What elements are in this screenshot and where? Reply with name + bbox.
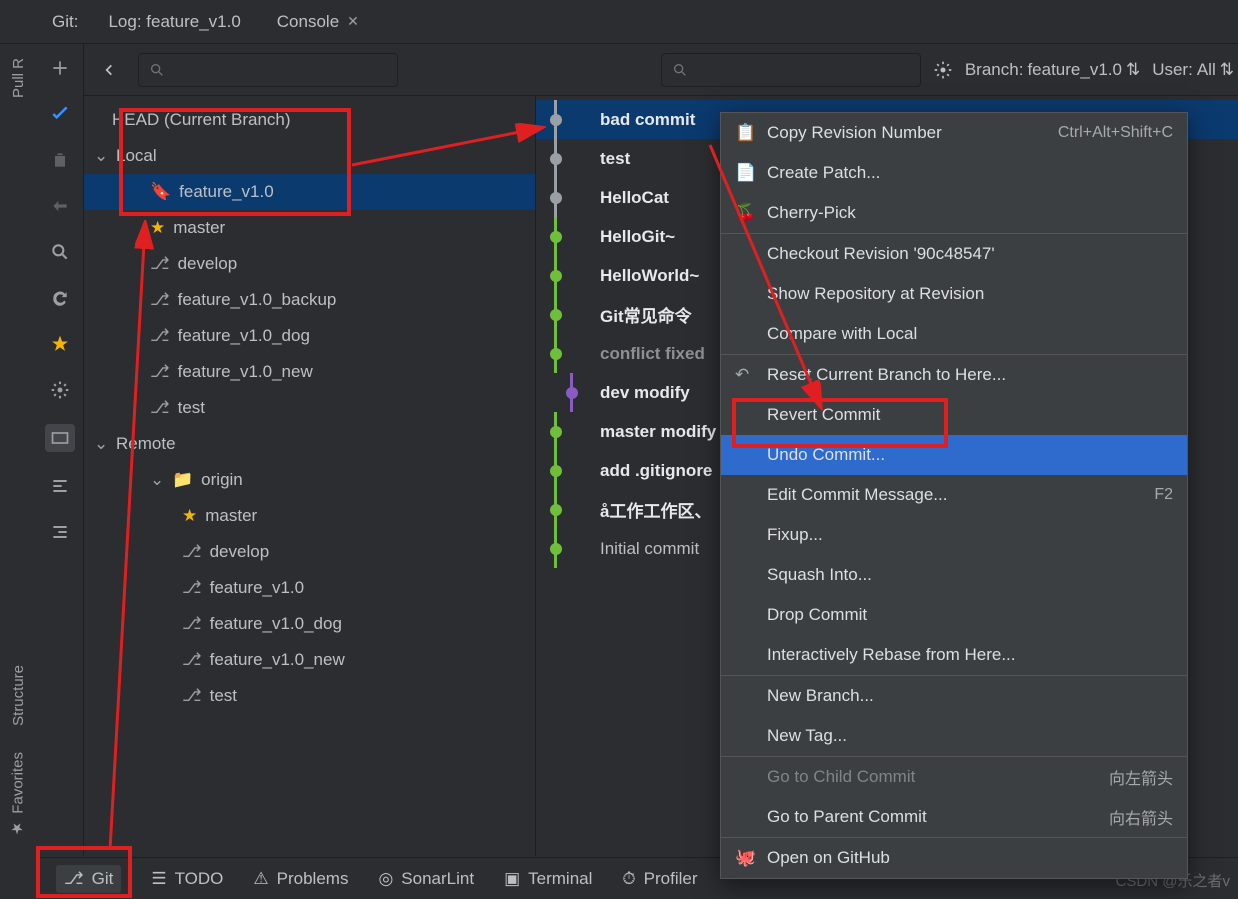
indent-icon[interactable] xyxy=(48,474,72,498)
search-icon[interactable] xyxy=(48,240,72,264)
commit-message: å工作工作区、 xyxy=(600,497,711,522)
sidebar-favorites[interactable]: ★ Favorites xyxy=(7,744,29,846)
commit-message: master modify xyxy=(600,422,716,442)
branch-icon: ⎇ xyxy=(182,614,202,634)
tag-icon: 🔖 xyxy=(150,182,171,202)
branch-icon: ⎇ xyxy=(64,869,84,889)
tab-log[interactable]: Log: feature_v1.0 xyxy=(90,2,258,42)
ctx-open-github[interactable]: 🐙Open on GitHub xyxy=(721,838,1187,878)
bottom-sonar[interactable]: ◎SonarLint xyxy=(378,869,474,889)
branch-feature-v1[interactable]: 🔖feature_v1.0 xyxy=(84,174,535,210)
trash-icon[interactable] xyxy=(48,148,72,172)
branch-filter[interactable]: Branch: feature_v1.0 ⇅ xyxy=(965,60,1140,80)
chevron-updown-icon: ⇅ xyxy=(1220,60,1234,80)
top-tabs: Git: Log: feature_v1.0 Console ✕ xyxy=(0,0,1238,44)
log-subbar: Branch: feature_v1.0 ⇅ User: All ⇅ xyxy=(84,44,1238,96)
list-icon: ☰ xyxy=(151,869,166,889)
shelve-icon[interactable] xyxy=(48,194,72,218)
github-icon: 🐙 xyxy=(735,848,755,868)
warning-icon: ⚠ xyxy=(253,869,268,889)
ctx-child-commit: Go to Child Commit向左箭头 xyxy=(721,757,1187,797)
branch-icon: ⎇ xyxy=(182,542,202,562)
chevron-updown-icon: ⇅ xyxy=(1126,60,1140,80)
commit-message: HelloWorld~ xyxy=(600,266,699,286)
sidebar-pull-requests[interactable]: Pull R xyxy=(8,50,29,106)
bottom-terminal[interactable]: ▣Terminal xyxy=(504,869,592,889)
ctx-undo-commit[interactable]: Undo Commit... xyxy=(721,435,1187,475)
tab-console[interactable]: Console ✕ xyxy=(259,2,377,42)
bottom-problems[interactable]: ⚠Problems xyxy=(253,869,348,889)
commit-search-input[interactable] xyxy=(661,53,921,87)
terminal-icon: ▣ xyxy=(504,869,520,889)
ctx-fixup[interactable]: Fixup... xyxy=(721,515,1187,555)
layout-icon[interactable] xyxy=(45,424,75,452)
ctx-drop[interactable]: Drop Commit xyxy=(721,595,1187,635)
refresh-icon[interactable] xyxy=(48,286,72,310)
ctx-parent-commit[interactable]: Go to Parent Commit向右箭头 xyxy=(721,797,1187,837)
commit-message: bad commit xyxy=(600,110,695,130)
gear-icon[interactable] xyxy=(48,378,72,402)
bottom-todo[interactable]: ☰TODO xyxy=(151,869,223,889)
plus-icon[interactable] xyxy=(48,56,72,80)
commit-message: conflict fixed xyxy=(600,344,705,364)
branch-icon: ⎇ xyxy=(182,578,202,598)
branch-search-input[interactable] xyxy=(138,53,398,87)
tab-log-label: Log: feature_v1.0 xyxy=(108,12,240,32)
profiler-icon: ⏱ xyxy=(622,869,635,889)
commit-icon[interactable] xyxy=(48,102,72,126)
folder-icon: 📁 xyxy=(172,470,193,490)
ctx-squash[interactable]: Squash Into... xyxy=(721,555,1187,595)
ctx-new-branch[interactable]: New Branch... xyxy=(721,676,1187,716)
chevron-down-icon: ⌄ xyxy=(94,146,108,166)
git-label: Git: xyxy=(40,2,90,42)
commit-message: add .gitignore xyxy=(600,461,712,481)
bottom-profiler[interactable]: ⏱Profiler xyxy=(622,869,697,889)
close-icon[interactable]: ✕ xyxy=(347,13,359,30)
bottom-git[interactable]: ⎇Git xyxy=(56,865,121,893)
commit-message: dev modify xyxy=(600,383,690,403)
user-filter[interactable]: User: All ⇅ xyxy=(1152,60,1234,80)
branch-icon: ⎇ xyxy=(182,650,202,670)
outdent-icon[interactable] xyxy=(48,520,72,544)
branch-icon: ⎇ xyxy=(182,686,202,706)
left-rail: Pull R Structure ★ Favorites xyxy=(0,44,36,856)
commit-message: HelloCat xyxy=(600,188,669,208)
sonar-icon: ◎ xyxy=(378,869,393,889)
star-icon: ★ xyxy=(182,506,197,526)
back-button[interactable] xyxy=(92,53,126,87)
commit-message: Git常见命令 xyxy=(600,302,692,327)
log-settings-icon[interactable] xyxy=(933,60,953,80)
tab-console-label: Console xyxy=(277,12,339,32)
commit-message: HelloGit~ xyxy=(600,227,675,247)
commit-message: Initial commit xyxy=(600,539,699,559)
ctx-rebase[interactable]: Interactively Rebase from Here... xyxy=(721,635,1187,675)
star-icon[interactable] xyxy=(48,332,72,356)
ctx-new-tag[interactable]: New Tag... xyxy=(721,716,1187,756)
sidebar-structure[interactable]: Structure xyxy=(8,657,29,734)
ctx-edit-message[interactable]: Edit Commit Message...F2 xyxy=(721,475,1187,515)
vcs-toolbar xyxy=(36,44,84,856)
commit-message: test xyxy=(600,149,630,169)
